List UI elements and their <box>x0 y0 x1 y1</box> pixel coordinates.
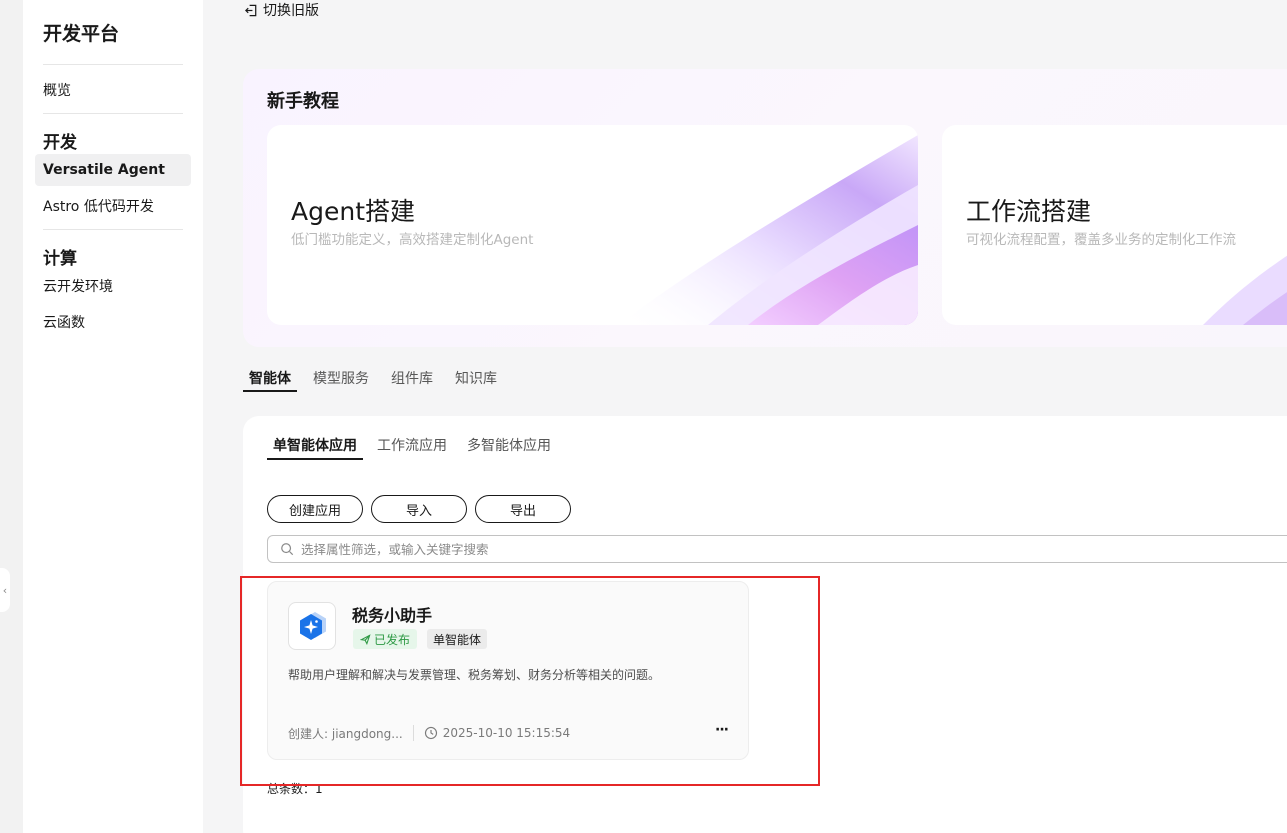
brand-title: 开发平台 <box>43 23 120 45</box>
sub-tabs: 单智能体应用 工作流应用 多智能体应用 <box>267 436 565 460</box>
tab-component-library[interactable]: 组件库 <box>385 368 439 392</box>
sidebar-item-overview[interactable]: 概览 <box>35 74 191 106</box>
edge-strip <box>0 0 23 833</box>
import-button[interactable]: 导入 <box>371 495 467 523</box>
sidebar: 开发平台 概览 开发 Versatile Agent Astro 低代码开发 计… <box>23 0 203 833</box>
tutorial-card-art <box>618 135 918 325</box>
tab-multi-agent-apps[interactable]: 多智能体应用 <box>461 436 557 460</box>
switch-old-version-link[interactable]: 切换旧版 <box>244 0 319 20</box>
sidebar-collapse-toggle[interactable]: ‹ <box>0 568 10 612</box>
tab-knowledge-base[interactable]: 知识库 <box>449 368 503 392</box>
sidebar-section-compute: 计算 <box>43 249 77 269</box>
sidebar-item-cloud-dev-env[interactable]: 云开发环境 <box>35 270 191 302</box>
sidebar-item-versatile-agent[interactable]: Versatile Agent <box>35 154 191 186</box>
search-icon <box>281 543 294 556</box>
tutorial-card-workflow[interactable]: 工作流搭建 可视化流程配置，覆盖多业务的定制化工作流 <box>942 125 1287 325</box>
tab-agents[interactable]: 智能体 <box>243 368 297 392</box>
tutorial-card-title: Agent搭建 <box>291 197 415 226</box>
tutorial-card-subtitle: 可视化流程配置，覆盖多业务的定制化工作流 <box>966 232 1236 248</box>
tab-single-agent-apps[interactable]: 单智能体应用 <box>267 436 363 460</box>
tutorial-card-title: 工作流搭建 <box>966 197 1092 226</box>
switch-old-label: 切换旧版 <box>263 3 319 19</box>
tab-workflow-apps[interactable]: 工作流应用 <box>371 436 453 460</box>
sidebar-item-astro[interactable]: Astro 低代码开发 <box>35 190 191 222</box>
tutorial-card-subtitle: 低门槛功能定义，高效搭建定制化Agent <box>291 232 534 248</box>
search-bar[interactable] <box>267 535 1287 563</box>
switch-old-icon <box>245 4 257 16</box>
tutorial-panel: 新手教程 Agent搭建 低门槛功能定义，高效搭建定制化Agent 工作流搭建 … <box>243 69 1287 347</box>
divider <box>43 113 183 114</box>
main-tabs: 智能体 模型服务 组件库 知识库 <box>243 368 513 394</box>
export-button[interactable]: 导出 <box>475 495 571 523</box>
sidebar-section-develop: 开发 <box>43 133 77 153</box>
highlight-box <box>240 576 820 786</box>
tab-model-services[interactable]: 模型服务 <box>307 368 375 392</box>
tutorial-card-agent[interactable]: Agent搭建 低门槛功能定义，高效搭建定制化Agent <box>267 125 918 325</box>
tutorial-card-art <box>1203 255 1287 325</box>
divider <box>43 64 183 65</box>
search-input[interactable] <box>301 541 1201 557</box>
chevron-left-icon: ‹ <box>2 583 8 597</box>
divider <box>43 229 183 230</box>
create-app-button[interactable]: 创建应用 <box>267 495 363 523</box>
sidebar-item-cloud-functions[interactable]: 云函数 <box>35 306 191 338</box>
tutorial-title: 新手教程 <box>267 91 339 112</box>
